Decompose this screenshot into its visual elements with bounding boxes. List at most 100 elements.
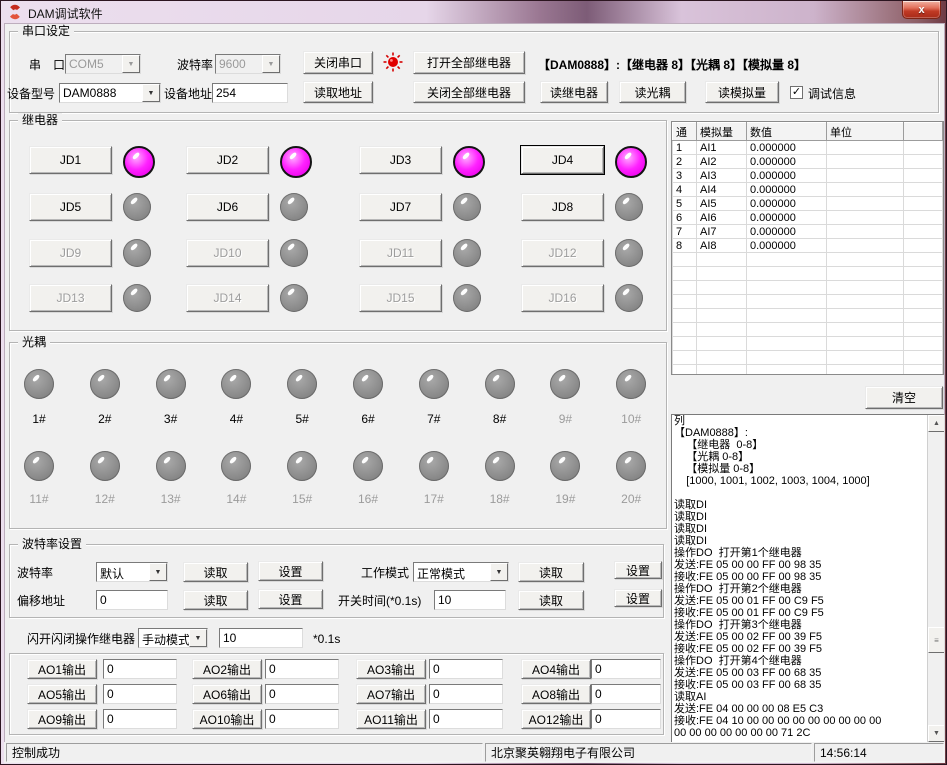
- analog-table-row[interactable]: [673, 323, 943, 337]
- ao-output-input-10[interactable]: [265, 709, 339, 729]
- analog-table-row[interactable]: [673, 365, 943, 376]
- offset-read-button[interactable]: 读取: [183, 590, 248, 610]
- flash-time-input[interactable]: [219, 628, 303, 648]
- debug-info-checkbox[interactable]: ✓: [790, 86, 803, 99]
- ao-output-input-6[interactable]: [265, 684, 339, 704]
- ao-output-input-12[interactable]: [591, 709, 661, 729]
- ao-output-input-1[interactable]: [103, 659, 177, 679]
- relay-button-jd5[interactable]: JD5: [29, 193, 112, 221]
- analog-table-row[interactable]: 1AI10.000000: [673, 141, 943, 155]
- relay-button-jd15[interactable]: JD15: [359, 284, 442, 312]
- flash-mode-combo[interactable]: 手动模式 ▼: [138, 628, 208, 648]
- read-analog-button[interactable]: 读模拟量: [705, 81, 779, 103]
- chevron-down-icon[interactable]: ▼: [149, 563, 167, 581]
- analog-table-row[interactable]: [673, 351, 943, 365]
- ao-output-button-6[interactable]: AO6输出: [192, 684, 262, 704]
- ao-output-button-7[interactable]: AO7输出: [356, 684, 426, 704]
- ao-output-button-2[interactable]: AO2输出: [192, 659, 262, 679]
- ao-output-input-4[interactable]: [591, 659, 661, 679]
- ao-output-input-3[interactable]: [429, 659, 503, 679]
- analog-table-row[interactable]: [673, 337, 943, 351]
- analog-col-header[interactable]: 模拟量: [697, 123, 747, 141]
- chevron-down-icon[interactable]: ▼: [262, 55, 280, 73]
- work-mode-set-button[interactable]: 设置: [614, 561, 662, 579]
- ao-output-input-7[interactable]: [429, 684, 503, 704]
- read-relay-button[interactable]: 读继电器: [540, 81, 608, 103]
- relay-button-jd10[interactable]: JD10: [186, 239, 269, 267]
- scroll-thumb[interactable]: ≡: [928, 627, 945, 653]
- analog-col-header[interactable]: 数值: [747, 123, 827, 141]
- ao-output-input-9[interactable]: [103, 709, 177, 729]
- read-addr-button[interactable]: 读取地址: [303, 81, 373, 103]
- device-model-combo[interactable]: DAM0888 ▼: [59, 83, 161, 103]
- ao-output-input-8[interactable]: [591, 684, 661, 704]
- relay-button-jd7[interactable]: JD7: [359, 193, 442, 221]
- ao-output-button-12[interactable]: AO12输出: [521, 709, 591, 729]
- ao-output-button-1[interactable]: AO1输出: [27, 659, 97, 679]
- chevron-down-icon[interactable]: ▼: [122, 55, 140, 73]
- analog-table-row[interactable]: 4AI40.000000: [673, 183, 943, 197]
- baud-read-button[interactable]: 读取: [183, 562, 248, 582]
- analog-col-header[interactable]: 通: [673, 123, 697, 141]
- open-all-relays-button[interactable]: 打开全部继电器: [413, 51, 525, 74]
- relay-button-jd13[interactable]: JD13: [29, 284, 112, 312]
- analog-table-row[interactable]: [673, 295, 943, 309]
- analog-table-row[interactable]: [673, 309, 943, 323]
- offset-addr-input[interactable]: [96, 590, 168, 610]
- analog-table-row[interactable]: 6AI60.000000: [673, 211, 943, 225]
- device-addr-input[interactable]: [212, 83, 288, 103]
- scroll-down-icon[interactable]: ▼: [928, 725, 945, 742]
- relay-button-jd8[interactable]: JD8: [521, 193, 604, 221]
- switch-time-input[interactable]: [434, 590, 506, 610]
- relay-button-jd16[interactable]: JD16: [521, 284, 604, 312]
- ao-output-input-5[interactable]: [103, 684, 177, 704]
- relay-button-jd1[interactable]: JD1: [29, 146, 112, 174]
- relay-button-jd12[interactable]: JD12: [521, 239, 604, 267]
- log-scrollbar[interactable]: ▲ ≡ ▼: [927, 415, 944, 742]
- analog-table-row[interactable]: [673, 253, 943, 267]
- analog-table-row[interactable]: [673, 281, 943, 295]
- analog-table-row[interactable]: [673, 267, 943, 281]
- analog-table-row[interactable]: 8AI80.000000: [673, 239, 943, 253]
- scroll-up-icon[interactable]: ▲: [928, 415, 945, 432]
- close-serial-button[interactable]: 关闭串口: [303, 51, 373, 74]
- serial-port-combo[interactable]: COM5 ▼: [65, 54, 141, 74]
- analog-table-row[interactable]: 3AI30.000000: [673, 169, 943, 183]
- relay-button-jd6[interactable]: JD6: [186, 193, 269, 221]
- ao-output-button-9[interactable]: AO9输出: [27, 709, 97, 729]
- relay-button-jd14[interactable]: JD14: [186, 284, 269, 312]
- chevron-down-icon[interactable]: ▼: [490, 563, 508, 581]
- ao-output-button-5[interactable]: AO5输出: [27, 684, 97, 704]
- clear-log-button[interactable]: 清空: [865, 386, 943, 409]
- ao-output-input-11[interactable]: [429, 709, 503, 729]
- ao-output-button-10[interactable]: AO10输出: [192, 709, 262, 729]
- analog-col-header[interactable]: [904, 123, 943, 141]
- relay-button-jd11[interactable]: JD11: [359, 239, 442, 267]
- relay-button-jd2[interactable]: JD2: [186, 146, 269, 174]
- analog-table-row[interactable]: 5AI50.000000: [673, 197, 943, 211]
- relay-button-jd3[interactable]: JD3: [359, 146, 442, 174]
- read-opto-button[interactable]: 读光耦: [619, 81, 686, 103]
- ao-output-button-4[interactable]: AO4输出: [521, 659, 591, 679]
- close-button[interactable]: x: [902, 1, 941, 19]
- chevron-down-icon[interactable]: ▼: [142, 84, 160, 102]
- ao-output-button-11[interactable]: AO11输出: [356, 709, 426, 729]
- serial-baud-combo[interactable]: 9600 ▼: [215, 54, 281, 74]
- ao-output-button-3[interactable]: AO3输出: [356, 659, 426, 679]
- analog-table-row[interactable]: 2AI20.000000: [673, 155, 943, 169]
- baud-set-button[interactable]: 设置: [258, 561, 323, 581]
- log-panel[interactable]: 列【DAM0888】: 【继电器 0-8】 【光耦 0-8】 【模拟量 0-8】…: [671, 414, 945, 743]
- relay-button-jd4[interactable]: JD4: [521, 146, 604, 174]
- work-mode-read-button[interactable]: 读取: [518, 562, 584, 582]
- switch-time-set-button[interactable]: 设置: [614, 589, 662, 607]
- analog-col-header[interactable]: 单位: [827, 123, 904, 141]
- ao-output-input-2[interactable]: [265, 659, 339, 679]
- switch-time-read-button[interactable]: 读取: [518, 590, 584, 610]
- baud-combo[interactable]: 默认 ▼: [96, 562, 168, 582]
- close-all-relays-button[interactable]: 关闭全部继电器: [413, 81, 525, 103]
- chevron-down-icon[interactable]: ▼: [189, 629, 207, 647]
- ao-output-button-8[interactable]: AO8输出: [521, 684, 591, 704]
- work-mode-combo[interactable]: 正常模式 ▼: [413, 562, 509, 582]
- relay-button-jd9[interactable]: JD9: [29, 239, 112, 267]
- analog-table-row[interactable]: 7AI70.000000: [673, 225, 943, 239]
